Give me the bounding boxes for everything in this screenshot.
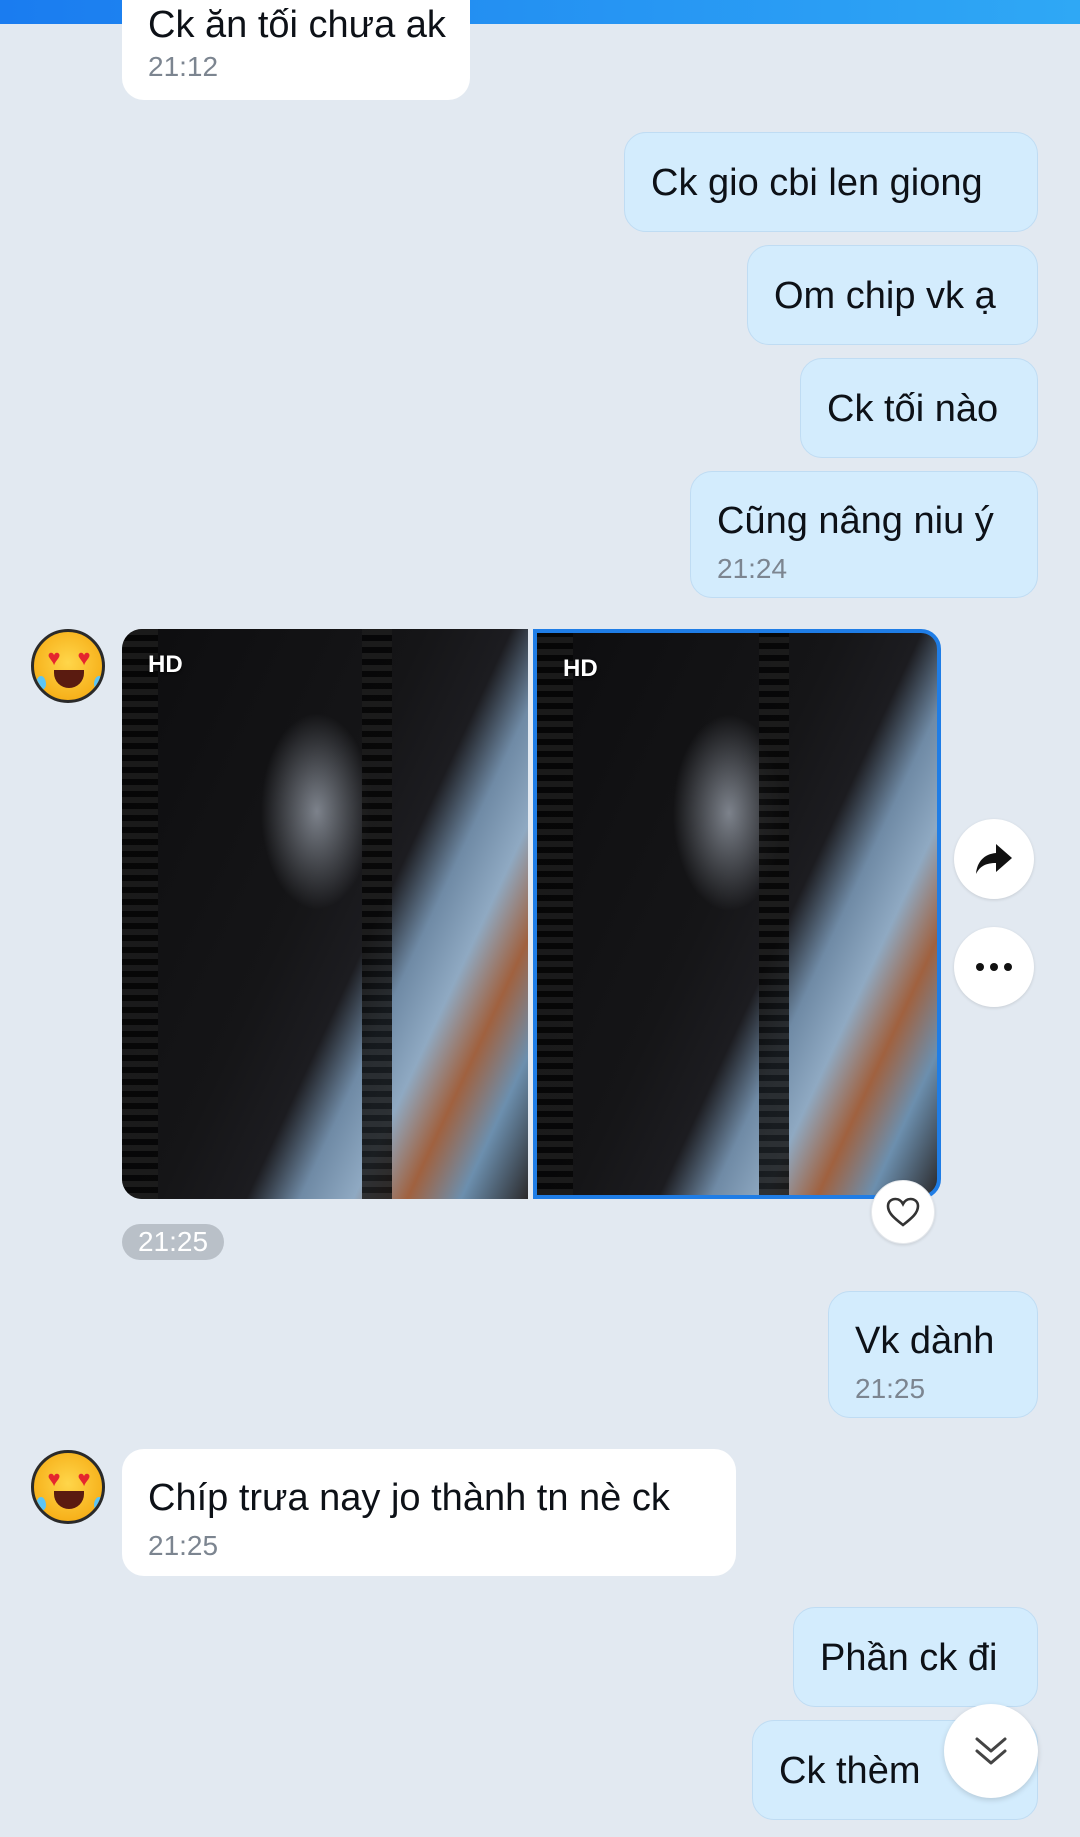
more-button[interactable] <box>954 927 1034 1007</box>
lace-edge <box>537 633 573 1195</box>
tear-drop <box>94 1497 102 1511</box>
message-time: 21:12 <box>148 51 219 82</box>
message-text: Cũng nâng niu ý <box>717 500 994 542</box>
heart-eye-icon: ♥ <box>47 1466 61 1491</box>
hd-badge: HD <box>148 651 183 678</box>
share-button[interactable] <box>954 819 1034 899</box>
message-time: 21:25 <box>148 1530 219 1561</box>
scroll-to-bottom-button[interactable] <box>944 1704 1038 1798</box>
tear-drop <box>36 1497 46 1511</box>
message-text: Ck tối nào <box>827 388 999 430</box>
message-text: Vk dành <box>855 1320 995 1362</box>
share-arrow-icon <box>976 844 1012 874</box>
message-bubble-outgoing[interactable]: Ck gio cbi len giong <box>624 132 1038 232</box>
sender-avatar[interactable]: ♥ ♥ <box>31 1450 105 1524</box>
shared-photo[interactable]: HD <box>122 629 528 1199</box>
laughing-mouth <box>54 1491 84 1509</box>
message-text: Ck ăn tối chưa ak <box>148 4 446 46</box>
tear-drop <box>94 676 102 690</box>
message-bubble-incoming[interactable]: Chíp trưa nay jo thành tn nè ck 21:25 <box>122 1449 736 1576</box>
double-chevron-down-icon <box>975 1737 1007 1765</box>
heart-icon <box>886 1197 920 1227</box>
message-bubble-outgoing[interactable]: Ck tối nào <box>800 358 1038 458</box>
message-text: Chíp trưa nay jo thành tn nè ck <box>148 1477 670 1519</box>
lace-edge <box>759 633 789 1195</box>
message-bubble-outgoing[interactable]: Vk dành 21:25 <box>828 1291 1038 1418</box>
lace-edge <box>362 629 392 1199</box>
more-dots-icon <box>976 963 1012 971</box>
lace-edge <box>122 629 158 1199</box>
message-time: 21:24 <box>717 553 788 584</box>
message-text: Phần ck đi <box>820 1637 998 1679</box>
tear-drop <box>36 676 46 690</box>
sender-avatar[interactable]: ♥ ♥ <box>31 629 105 703</box>
react-button[interactable] <box>871 1180 935 1244</box>
heart-eye-icon: ♥ <box>77 645 91 670</box>
hd-badge: HD <box>563 655 598 682</box>
heart-eye-icon: ♥ <box>47 645 61 670</box>
message-bubble-outgoing[interactable]: Om chip vk ạ <box>747 245 1038 345</box>
message-bubble-outgoing[interactable]: Phần ck đi <box>793 1607 1038 1707</box>
message-text: Ck gio cbi len giong <box>651 162 983 204</box>
heart-eye-icon: ♥ <box>77 1466 91 1491</box>
photo-timestamp: 21:25 <box>122 1224 224 1260</box>
message-bubble-incoming[interactable]: Ck ăn tối chưa ak 21:12 <box>122 0 470 100</box>
shared-photo-selected[interactable]: HD <box>533 629 941 1199</box>
laughing-mouth <box>54 670 84 688</box>
message-bubble-outgoing[interactable]: Cũng nâng niu ý 21:24 <box>690 471 1038 598</box>
message-time: 21:25 <box>855 1373 926 1404</box>
message-text: Om chip vk ạ <box>774 275 996 317</box>
